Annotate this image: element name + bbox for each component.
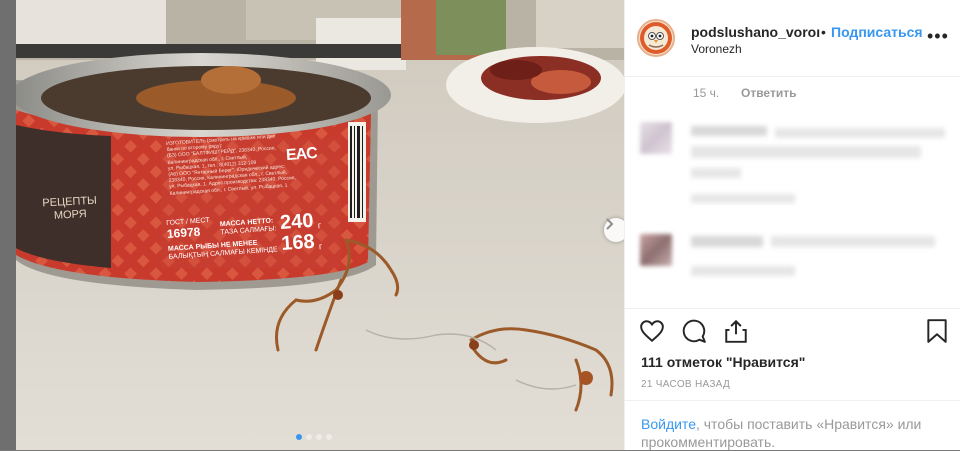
- can-mass-value: 240: [279, 209, 315, 235]
- actions-divider: [625, 308, 960, 310]
- post-location[interactable]: Voronezh: [691, 42, 742, 56]
- avatar[interactable]: [637, 19, 675, 57]
- commenter-avatar[interactable]: [640, 234, 672, 266]
- carousel-dot: [296, 434, 302, 440]
- login-prompt-text: Войдите, чтобы поставить «Нравится» или …: [641, 415, 941, 451]
- comment-text-blurred: [691, 146, 921, 158]
- can-brand-logo: РЕЦЕПТЫ МОРЯ: [29, 194, 110, 224]
- likes-count[interactable]: 111 отметок "Нравится": [641, 354, 805, 370]
- comment-bubble-icon: [682, 319, 706, 343]
- comment-age: 15 ч.: [693, 86, 720, 100]
- post-timestamp: 21 ЧАСОВ НАЗАД: [641, 379, 731, 390]
- can-fish-value: 168: [280, 230, 316, 255]
- carousel-next-button[interactable]: [604, 218, 624, 242]
- commenter-avatar[interactable]: [640, 122, 672, 154]
- page-backdrop: [0, 0, 16, 450]
- carousel-dot: [306, 434, 312, 440]
- can-mass-unit: г: [317, 220, 322, 231]
- comment-text-blurred: [771, 236, 935, 247]
- comment-meta-blurred: [691, 266, 795, 276]
- carousel-dots: [296, 434, 332, 440]
- post-side-panel: podslushano_voroı • Подписаться Voronezh…: [624, 0, 960, 450]
- heart-icon: [640, 320, 664, 343]
- post-header: podslushano_voroı • Подписаться Voronezh…: [625, 0, 960, 77]
- like-button[interactable]: [639, 318, 667, 346]
- follow-button[interactable]: Подписаться: [831, 24, 923, 40]
- comment-text-blurred: [691, 168, 741, 178]
- bookmark-icon: [927, 319, 947, 343]
- save-button[interactable]: [925, 318, 953, 346]
- commenter-name-blurred: [691, 126, 767, 136]
- carousel-dot: [316, 434, 322, 440]
- carousel-dot: [326, 434, 332, 440]
- post-username[interactable]: podslushano_voroı: [691, 24, 825, 40]
- can-eac-mark: EAC: [285, 144, 318, 165]
- reply-button[interactable]: Ответить: [741, 86, 796, 100]
- can-info-block: ИЗГОТОВИТЕЛЬ (смотреть на крышке или дне…: [166, 132, 302, 197]
- can-fish-unit: г: [318, 241, 323, 252]
- share-icon: [725, 319, 747, 343]
- comment-button[interactable]: [681, 318, 709, 346]
- post-photo[interactable]: РЕЦЕПТЫ МОРЯ ИЗГОТОВИТЕЛЬ (смотреть на к…: [16, 0, 624, 450]
- commenter-name-blurred: [691, 236, 763, 247]
- header-separator: •: [821, 24, 826, 40]
- comment-text-blurred: [775, 128, 945, 138]
- login-link[interactable]: Войдите: [641, 416, 696, 432]
- comment-meta-blurred: [691, 194, 795, 203]
- owl-logo-icon: [640, 22, 672, 54]
- share-button[interactable]: [723, 318, 751, 346]
- chevron-right-icon: [606, 218, 614, 230]
- login-prompt: Войдите, чтобы поставить «Нравится» или …: [625, 400, 960, 451]
- more-options-icon[interactable]: •••: [927, 26, 949, 47]
